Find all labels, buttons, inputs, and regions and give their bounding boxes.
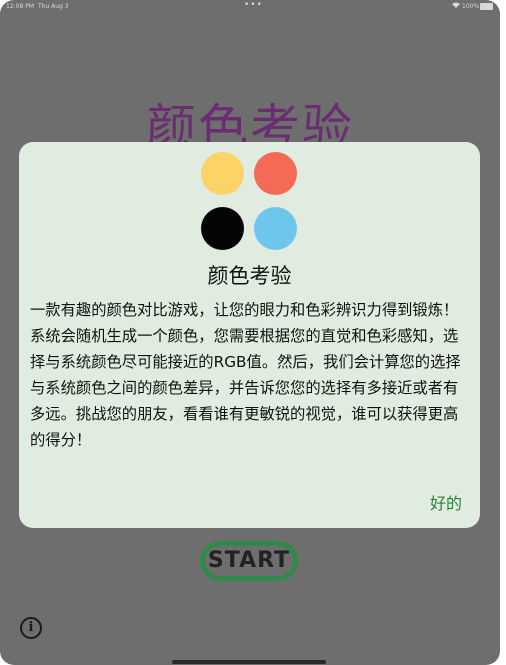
black-circle-icon xyxy=(201,207,244,250)
app-screen: 12:08 PM Thu Aug 3 ••• 100% 颜色考验 START i… xyxy=(0,0,500,665)
battery-icon xyxy=(480,3,493,10)
battery-percent: 100% xyxy=(462,3,480,10)
home-indicator[interactable] xyxy=(172,660,326,664)
status-time: 12:08 PM xyxy=(6,3,34,10)
red-circle-icon xyxy=(254,152,297,195)
wifi-icon xyxy=(452,2,460,10)
intro-dialog: 颜色考验 一款有趣的颜色对比游戏，让您的眼力和色彩辨识力得到锻炼！系统会随机生成… xyxy=(19,142,480,528)
info-icon[interactable]: i xyxy=(20,617,42,639)
start-button[interactable]: START xyxy=(200,541,298,581)
multitasking-dots[interactable]: ••• xyxy=(244,0,263,10)
yellow-circle-icon xyxy=(201,152,244,195)
blue-circle-icon xyxy=(254,207,297,250)
ok-button[interactable]: 好的 xyxy=(430,490,462,514)
status-date: Thu Aug 3 xyxy=(38,3,69,10)
dialog-title: 颜色考验 xyxy=(207,264,292,288)
dialog-body: 一款有趣的颜色对比游戏，让您的眼力和色彩辨识力得到锻炼！系统会随机生成一个颜色，… xyxy=(30,301,461,449)
status-bar: 12:08 PM Thu Aug 3 ••• 100% xyxy=(0,0,500,14)
